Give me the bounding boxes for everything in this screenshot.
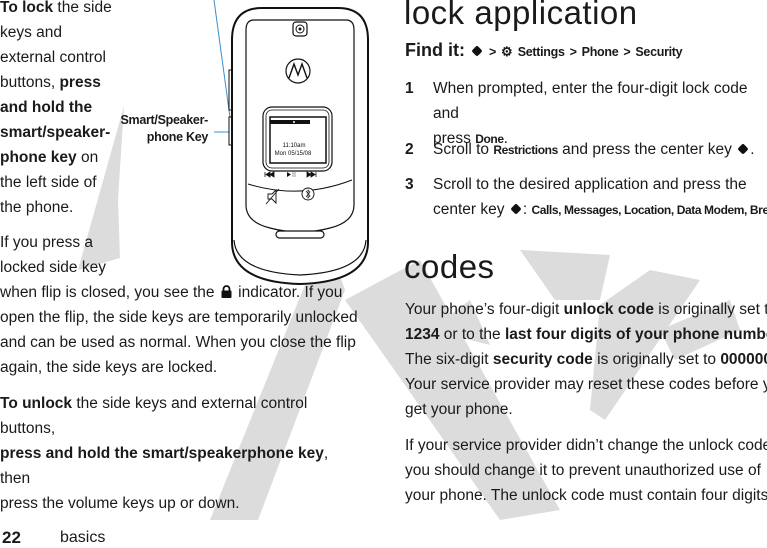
- step-text: When prompted, enter the four-digit lock…: [433, 80, 748, 122]
- text-line: the phone.: [0, 199, 74, 216]
- text-line: and can be used as normal. When you clos…: [0, 334, 356, 351]
- punctuation: :: [522, 201, 532, 218]
- phone-illustration: 11:10am Mon 05/15/08: [213, 0, 369, 286]
- bold-text: press and hold the smart/speakerphone ke…: [0, 445, 324, 462]
- bold-text: last four digits of your phone number: [504, 326, 767, 343]
- step-text: and press the center key: [557, 141, 732, 158]
- section-title-codes: codes: [404, 248, 495, 285]
- security-code-term: security code: [492, 351, 593, 368]
- text-line: on: [76, 149, 99, 166]
- bold-text: and hold the: [0, 99, 93, 116]
- unlock-paragraph: To unlock the side keys and external con…: [0, 391, 360, 516]
- path-security[interactable]: Security: [635, 45, 682, 59]
- step-text: center key: [433, 201, 505, 218]
- bold-text: phone key: [0, 149, 77, 166]
- text-line: is originally set to: [592, 351, 721, 368]
- nav-key-icon: [470, 44, 484, 58]
- text-line: keys and: [0, 24, 63, 41]
- text-line: buttons,: [0, 74, 60, 91]
- bluetooth-icon: [301, 187, 315, 201]
- lock-lead: To lock: [0, 0, 54, 16]
- text-line: when flip is closed, you see the: [0, 284, 215, 301]
- path-settings[interactable]: Settings: [518, 45, 565, 59]
- text-line: again, the side keys are locked.: [0, 359, 218, 376]
- callout-line: Smart/Speaker-: [120, 113, 208, 127]
- section-title-lock-application: lock application: [404, 0, 638, 31]
- punctuation: .: [750, 141, 755, 158]
- text-line: press the volume keys up or down.: [0, 495, 240, 512]
- step-number: 2: [405, 141, 414, 158]
- text-line: the side: [57, 0, 112, 16]
- text-line: you should change it to prevent unauthor…: [405, 462, 761, 479]
- step-number: 3: [405, 176, 414, 193]
- callout-line: phone Key: [146, 130, 209, 144]
- codes-paragraph-2: If your service provider didn’t change t…: [405, 433, 767, 508]
- unlock-lead: To unlock: [0, 395, 73, 412]
- lock-paragraph: To lock the side keys and external contr…: [0, 0, 130, 220]
- text-line: your phone. The unlock code must contain…: [405, 487, 767, 504]
- text-line: Your phone’s four-digit: [405, 301, 564, 318]
- text-line: or to the: [439, 326, 505, 343]
- step-text: Scroll to: [433, 141, 494, 158]
- path-separator: >: [623, 45, 631, 59]
- section-name: basics: [60, 529, 106, 546]
- restrictions-label: Restrictions: [493, 143, 558, 157]
- unlock-code-term: unlock code: [563, 301, 654, 318]
- page-number: 22: [2, 528, 21, 547]
- callout-leader-line: [213, 0, 233, 133]
- text-line: get your phone.: [405, 401, 513, 418]
- screen-time: 11:10am: [283, 143, 306, 149]
- default-security-code: 000000: [720, 351, 767, 368]
- find-it-label: Find it:: [405, 40, 465, 60]
- codes-paragraph-1: Your phone’s four-digit unlock code is o…: [405, 297, 767, 422]
- text-line: is originally set to: [654, 301, 767, 318]
- text-line: If your service provider didn’t change t…: [405, 437, 767, 454]
- hinge-slot: [275, 230, 325, 239]
- path-separator: >: [489, 45, 497, 59]
- step-number: 1: [405, 80, 414, 97]
- bold-text: smart/speaker-: [0, 124, 111, 141]
- settings-icon: ⚙: [501, 44, 513, 59]
- text-line: the left side of: [0, 174, 97, 191]
- bold-text: press: [59, 74, 101, 91]
- text-line: Your service provider may reset these co…: [405, 376, 767, 393]
- application-options: Calls, Messages, Location, Data Modem, B…: [531, 203, 767, 217]
- text-line: The six-digit: [405, 351, 493, 368]
- path-separator: >: [569, 45, 577, 59]
- nav-key-icon: [509, 202, 523, 216]
- smart-speakerphone-key-callout: Smart/Speaker- phone Key: [110, 112, 208, 146]
- text-line: open the flip, the side keys are tempora…: [0, 309, 358, 326]
- text-line: external control: [0, 49, 106, 66]
- find-it-path: Find it: > ⚙ Settings > Phone > Security: [405, 40, 683, 61]
- nav-key-icon: [736, 142, 750, 156]
- screen-date: Mon 05/15/08: [275, 151, 312, 157]
- path-phone[interactable]: Phone: [582, 45, 619, 59]
- motorola-logo-icon: [285, 58, 311, 84]
- step-text: Scroll to the desired application and pr…: [433, 176, 747, 193]
- default-unlock-code: 1234: [405, 326, 440, 343]
